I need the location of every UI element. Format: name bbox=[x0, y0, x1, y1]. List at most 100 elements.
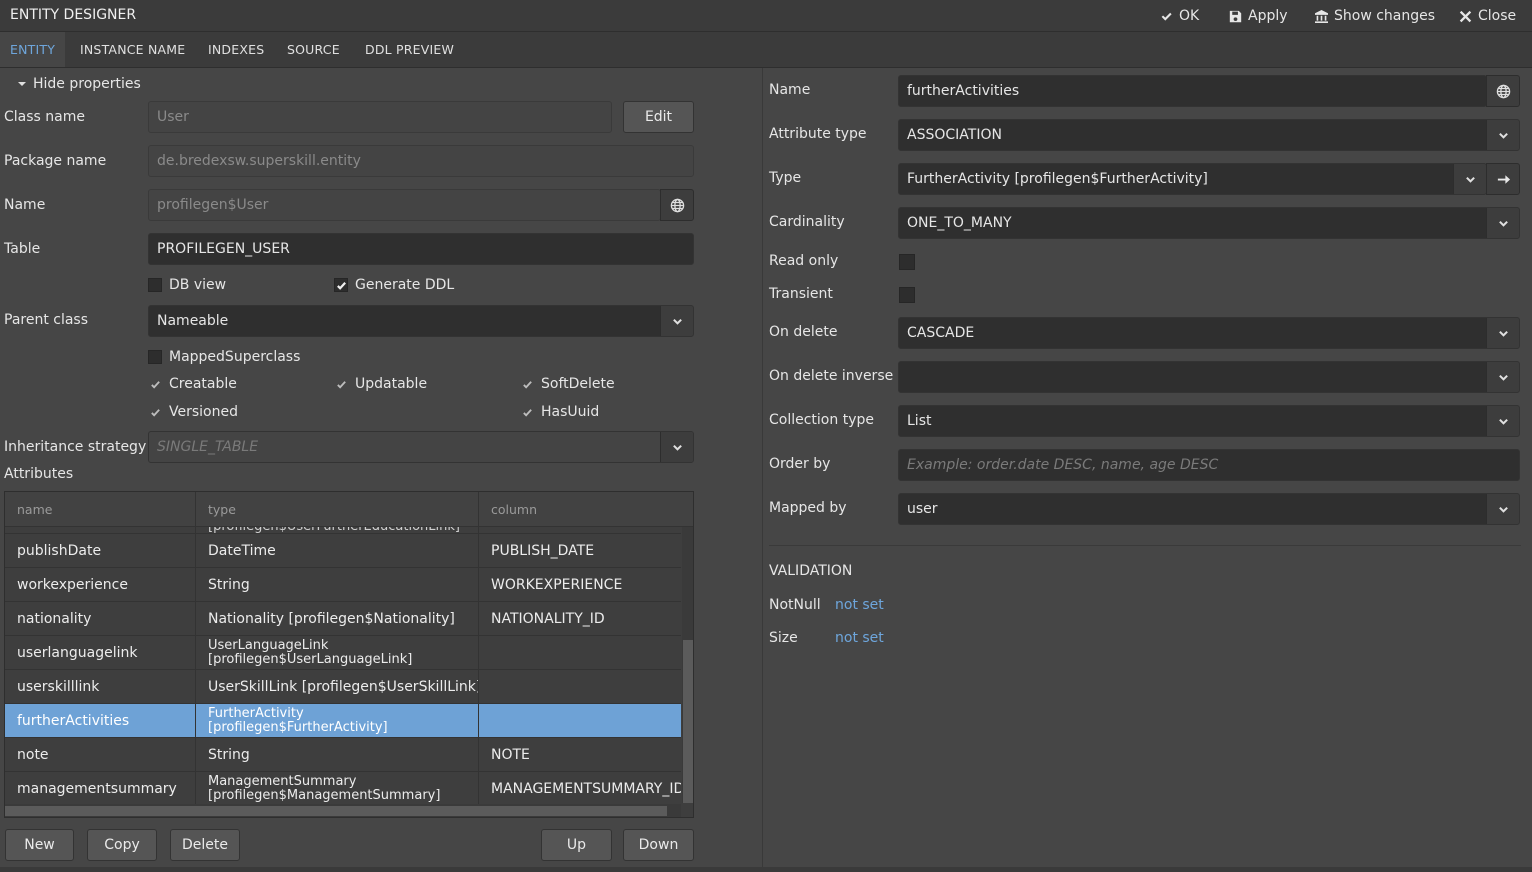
creatable-box[interactable] bbox=[148, 377, 162, 391]
mapped-by-dropdown-button[interactable] bbox=[1486, 494, 1519, 524]
column-header-type[interactable]: type bbox=[196, 492, 479, 527]
table-row[interactable]: userlanguagelink UserLanguageLink [profi… bbox=[5, 636, 681, 670]
attribute-type-select[interactable]: ASSOCIATION bbox=[898, 119, 1520, 151]
mapped-superclass-checkbox[interactable]: MappedSuperclass bbox=[148, 349, 300, 365]
copy-attribute-button[interactable]: Copy bbox=[87, 829, 157, 861]
apply-button[interactable]: Apply bbox=[1229, 6, 1288, 26]
open-type-button[interactable] bbox=[1486, 163, 1520, 195]
updatable-box[interactable] bbox=[334, 377, 348, 391]
table-row[interactable]: userskilllink UserSkillLink [profilegen$… bbox=[5, 670, 681, 704]
inheritance-strategy-select[interactable]: SINGLE_TABLE bbox=[148, 431, 694, 463]
transient-box[interactable] bbox=[899, 287, 915, 303]
vertical-scrollbar-thumb[interactable] bbox=[683, 640, 693, 803]
localize-name-button[interactable] bbox=[660, 189, 694, 221]
on-delete-inverse-dropdown-button[interactable] bbox=[1486, 362, 1519, 392]
column-header-column[interactable]: column bbox=[479, 492, 681, 527]
type-dropdown-button[interactable] bbox=[1453, 164, 1486, 194]
parent-class-select[interactable]: Nameable bbox=[148, 305, 694, 337]
attr-name-label: Name bbox=[769, 82, 811, 98]
chevron-down-icon bbox=[1498, 132, 1508, 139]
cardinality-dropdown-button[interactable] bbox=[1486, 208, 1519, 238]
table-row[interactable]: note String NOTE bbox=[5, 738, 681, 772]
transient-checkbox[interactable] bbox=[899, 287, 915, 303]
ok-label: OK bbox=[1179, 8, 1200, 24]
table-row[interactable]: [profilegen$UserFurtherEducationLink] bbox=[5, 527, 681, 534]
parent-class-dropdown-button[interactable] bbox=[660, 306, 693, 336]
db-view-box[interactable] bbox=[148, 278, 162, 292]
close-icon bbox=[1459, 10, 1472, 22]
new-attribute-button[interactable]: New bbox=[5, 829, 74, 861]
creatable-checkbox[interactable]: Creatable bbox=[148, 376, 237, 392]
chevron-down-icon bbox=[672, 444, 682, 451]
hide-properties-toggle[interactable]: Hide properties bbox=[17, 76, 141, 92]
tab-indexes[interactable]: INDEXES bbox=[198, 32, 274, 67]
save-icon bbox=[1229, 10, 1242, 22]
notnull-link[interactable]: not set bbox=[835, 597, 884, 613]
type-select[interactable]: FurtherActivity [profilegen$FurtherActiv… bbox=[898, 163, 1487, 195]
cell-name: furtherActivities bbox=[5, 704, 196, 737]
tab-entity[interactable]: ENTITY bbox=[0, 32, 66, 67]
on-delete-inverse-select[interactable] bbox=[898, 361, 1520, 393]
mapped-by-select[interactable]: user bbox=[898, 493, 1520, 525]
inheritance-dropdown-button[interactable] bbox=[660, 432, 693, 462]
has-uuid-box[interactable] bbox=[520, 405, 534, 419]
updatable-label: Updatable bbox=[355, 376, 428, 392]
move-down-button[interactable]: Down bbox=[623, 829, 694, 861]
on-delete-select[interactable]: CASCADE bbox=[898, 317, 1520, 349]
ok-button[interactable]: OK bbox=[1160, 6, 1199, 26]
table-field[interactable]: PROFILEGEN_USER bbox=[148, 233, 694, 265]
apply-label: Apply bbox=[1248, 8, 1288, 24]
edit-button[interactable]: Edit bbox=[623, 101, 694, 133]
db-view-checkbox[interactable]: DB view bbox=[148, 277, 226, 293]
attribute-type-dropdown-button[interactable] bbox=[1486, 120, 1519, 150]
mapped-superclass-box[interactable] bbox=[148, 350, 162, 364]
collection-type-dropdown-button[interactable] bbox=[1486, 406, 1519, 436]
versioned-checkbox[interactable]: Versioned bbox=[148, 404, 238, 420]
bottom-border bbox=[0, 867, 1532, 872]
tab-source[interactable]: SOURCE bbox=[277, 32, 350, 67]
order-by-input[interactable]: Example: order.date DESC, name, age DESC bbox=[898, 449, 1520, 481]
on-delete-label: On delete bbox=[769, 324, 838, 340]
move-up-button[interactable]: Up bbox=[541, 829, 612, 861]
generate-ddl-box[interactable] bbox=[334, 278, 348, 292]
read-only-box[interactable] bbox=[899, 254, 915, 270]
read-only-checkbox[interactable] bbox=[899, 254, 915, 270]
table-row-selected[interactable]: furtherActivities FurtherActivity [profi… bbox=[5, 704, 681, 738]
generate-ddl-checkbox[interactable]: Generate DDL bbox=[334, 277, 454, 293]
hide-properties-label: Hide properties bbox=[33, 76, 141, 92]
show-changes-button[interactable]: Show changes bbox=[1315, 6, 1435, 26]
column-header-name[interactable]: name bbox=[5, 492, 196, 527]
chevron-down-icon bbox=[1498, 506, 1508, 513]
on-delete-dropdown-button[interactable] bbox=[1486, 318, 1519, 348]
tab-instance-name[interactable]: INSTANCE NAME bbox=[70, 32, 195, 67]
cell-type: ManagementSummary [profilegen$Management… bbox=[196, 772, 479, 805]
delete-attribute-button[interactable]: Delete bbox=[170, 829, 240, 861]
tab-ddl-preview[interactable]: DDL PREVIEW bbox=[355, 32, 464, 67]
generate-ddl-label: Generate DDL bbox=[355, 277, 455, 293]
soft-delete-checkbox[interactable]: SoftDelete bbox=[520, 376, 615, 392]
attr-name-field[interactable]: furtherActivities bbox=[898, 75, 1487, 107]
table-row[interactable]: nationality Nationality [profilegen$Nati… bbox=[5, 602, 681, 636]
has-uuid-checkbox[interactable]: HasUuid bbox=[520, 404, 599, 420]
vertical-scrollbar[interactable] bbox=[682, 527, 693, 803]
table-row[interactable]: publishDate DateTime PUBLISH_DATE bbox=[5, 534, 681, 568]
versioned-box[interactable] bbox=[148, 405, 162, 419]
name-field: profilegen$User bbox=[148, 189, 661, 221]
collection-type-select[interactable]: List bbox=[898, 405, 1520, 437]
close-label: Close bbox=[1478, 8, 1517, 24]
cell-type: String bbox=[196, 738, 479, 771]
cell-type: String bbox=[196, 568, 479, 601]
cardinality-select[interactable]: ONE_TO_MANY bbox=[898, 207, 1520, 239]
size-link[interactable]: not set bbox=[835, 630, 884, 646]
cell-column bbox=[479, 670, 681, 703]
horizontal-scrollbar[interactable] bbox=[5, 804, 681, 817]
table-row[interactable]: managementsummary ManagementSummary [pro… bbox=[5, 772, 681, 806]
table-row[interactable]: workexperience String WORKEXPERIENCE bbox=[5, 568, 681, 602]
attributes-label: Attributes bbox=[4, 466, 74, 482]
horizontal-scrollbar-thumb[interactable] bbox=[5, 806, 667, 816]
soft-delete-box[interactable] bbox=[520, 377, 534, 391]
checkmark-icon bbox=[150, 380, 160, 389]
close-button[interactable]: Close bbox=[1459, 6, 1516, 26]
localize-attr-name-button[interactable] bbox=[1486, 75, 1520, 107]
updatable-checkbox[interactable]: Updatable bbox=[334, 376, 427, 392]
